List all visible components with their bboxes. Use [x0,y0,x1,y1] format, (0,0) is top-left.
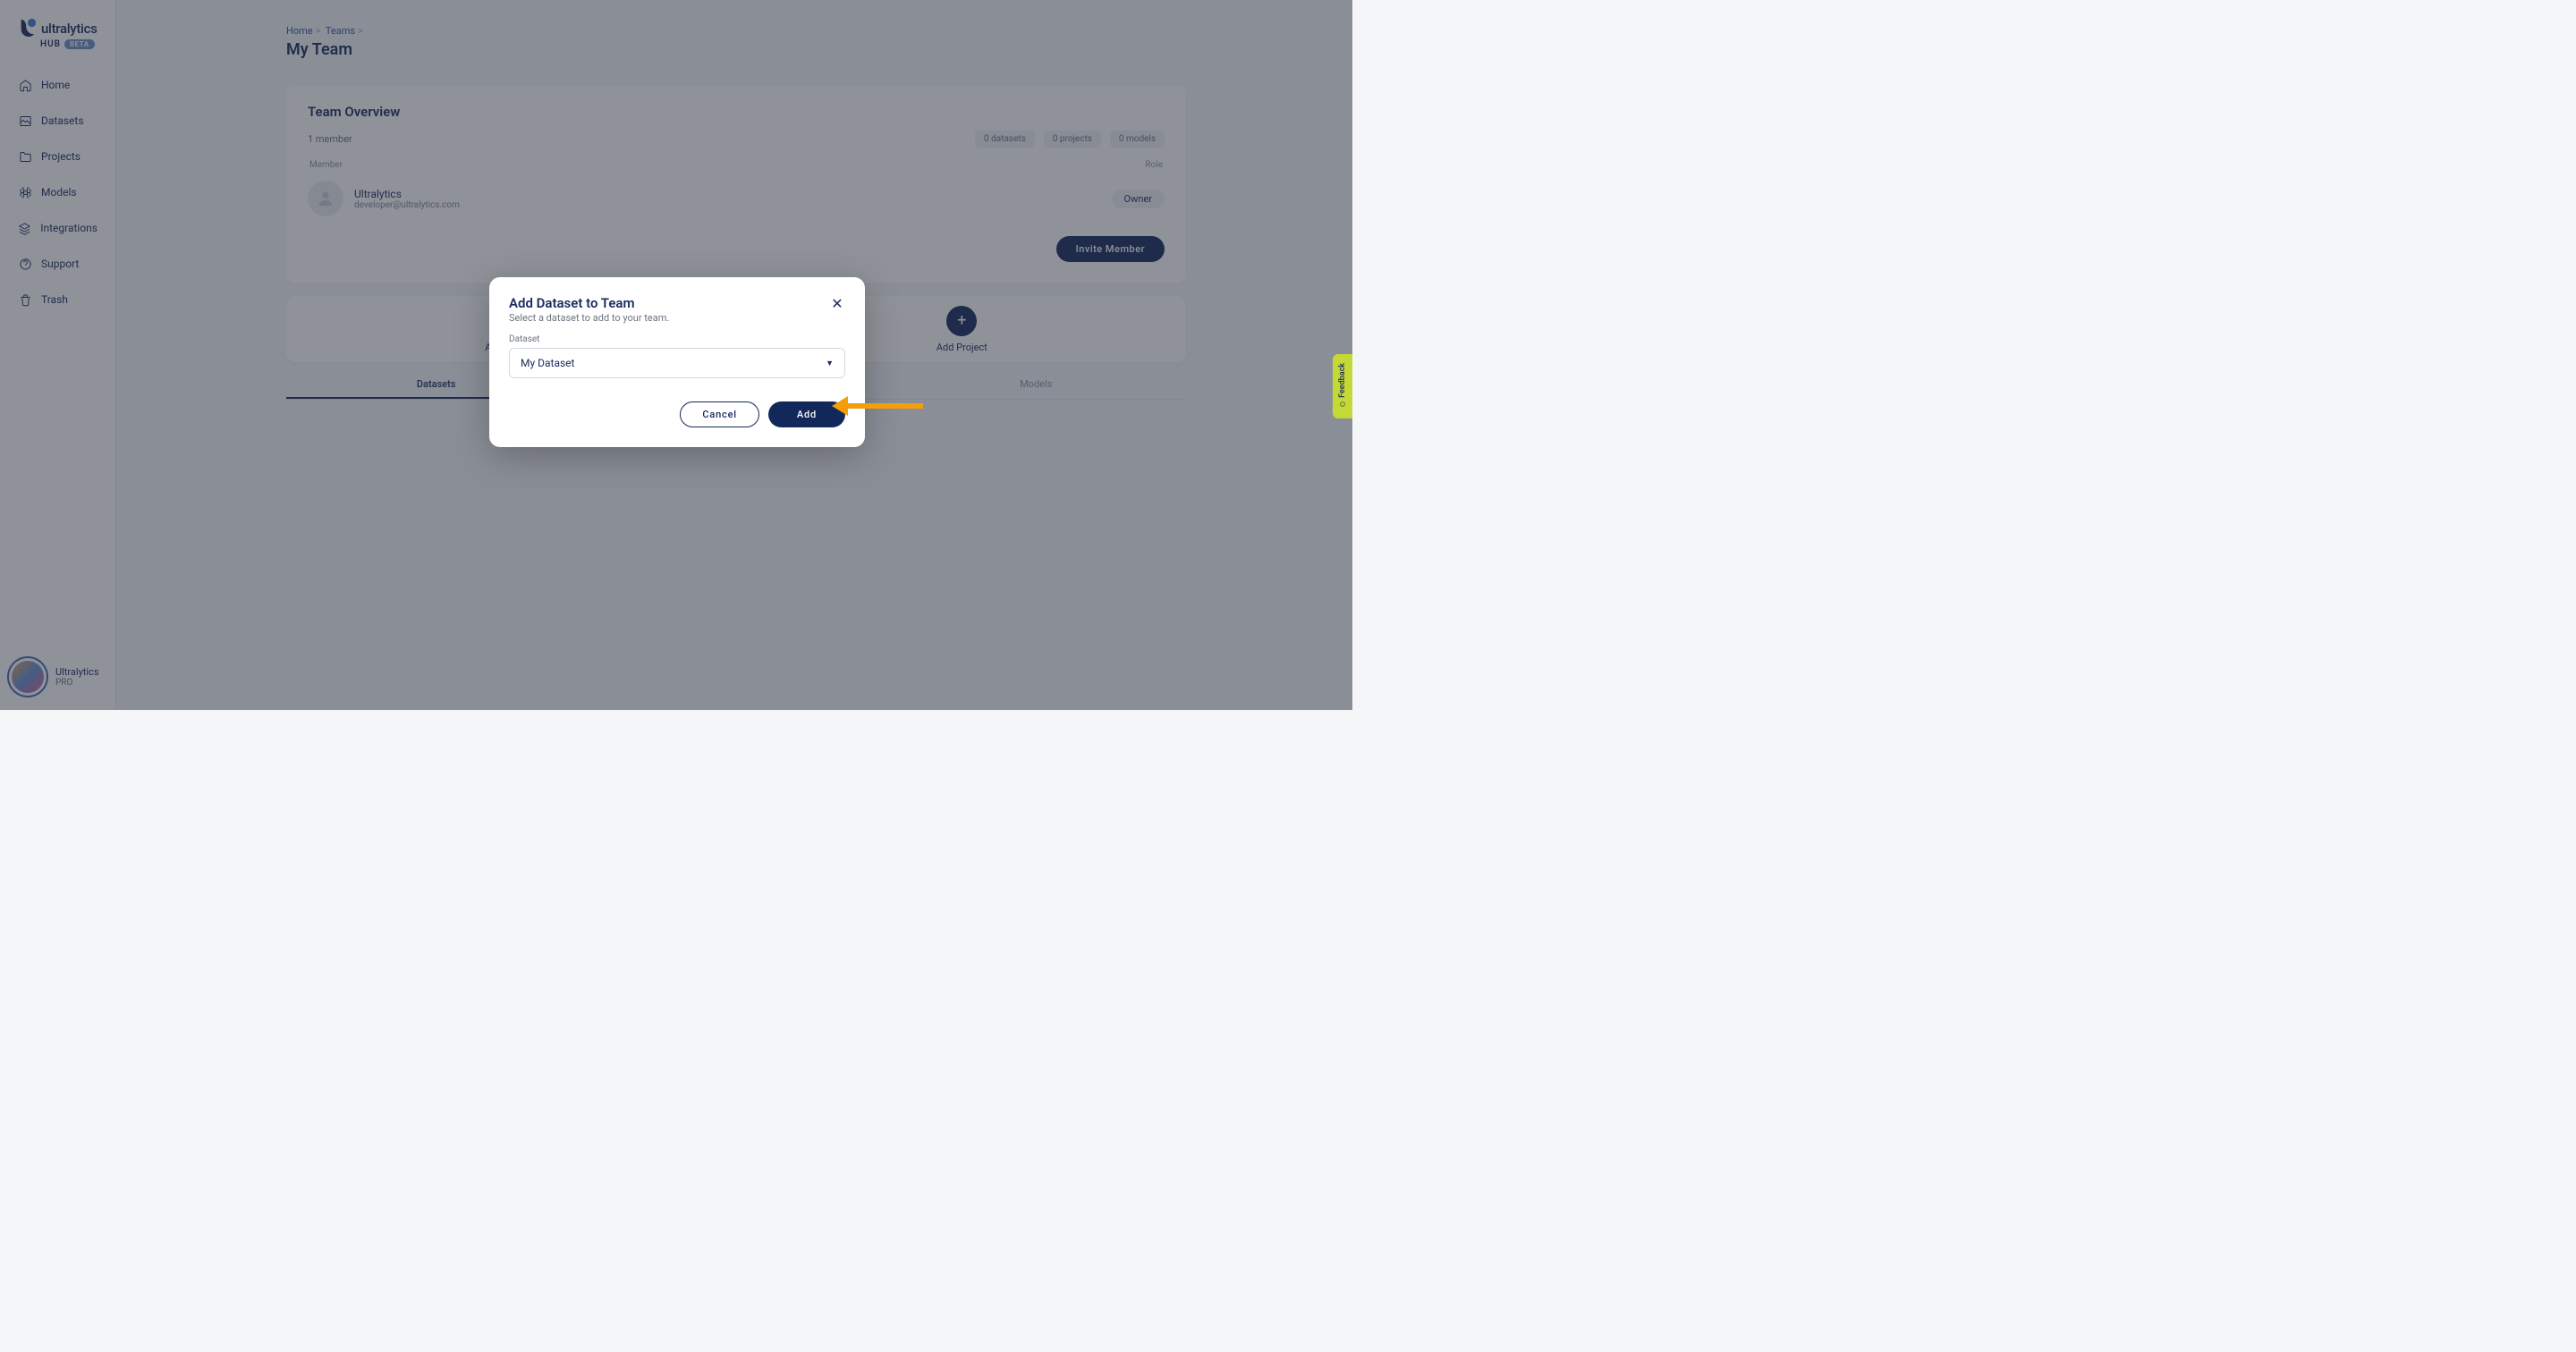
field-label: Dataset [509,334,845,344]
dataset-select[interactable]: My Dataset ▼ [509,348,845,378]
close-icon[interactable]: ✕ [829,295,845,311]
cancel-button[interactable]: Cancel [680,401,758,427]
feedback-label: Feedback [1338,363,1347,398]
select-value: My Dataset [521,357,574,369]
add-button[interactable]: Add [768,401,845,427]
modal-title: Add Dataset to Team [509,295,669,311]
feedback-tab[interactable]: Feedback ☺ [1333,354,1352,418]
add-dataset-modal: Add Dataset to Team Select a dataset to … [489,277,865,447]
modal-subtitle: Select a dataset to add to your team. [509,312,669,324]
chevron-down-icon: ▼ [826,359,834,368]
smile-icon: ☺ [1338,400,1347,410]
